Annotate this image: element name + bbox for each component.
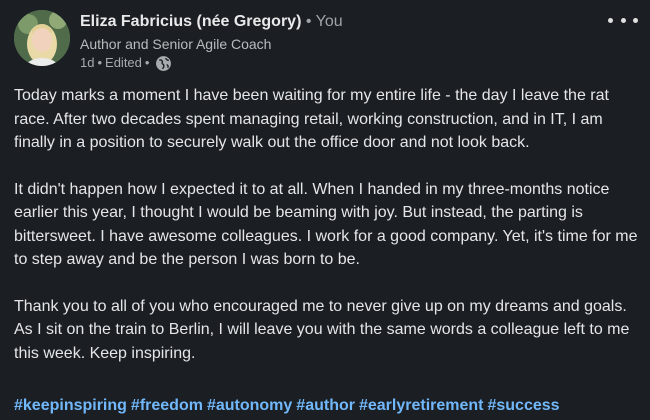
hashtag-link[interactable]: #autonomy <box>207 397 292 414</box>
hashtag-link[interactable]: #success <box>487 397 559 414</box>
hashtag-link[interactable]: #earlyretirement <box>359 397 484 414</box>
more-options-icon[interactable] <box>608 12 638 28</box>
relation-label: You <box>315 13 343 30</box>
post-meta: 1d • Edited • <box>80 54 343 72</box>
post-paragraph-2: It didn't happen how I expected it to at… <box>14 180 638 269</box>
dot <box>608 17 613 23</box>
post-paragraph-1: Today marks a moment I have been waiting… <box>14 87 609 151</box>
author-name-line: Eliza Fabricius (née Gregory) • You <box>80 12 343 32</box>
post-paragraph-3: Thank you to all of you who encouraged m… <box>14 297 630 362</box>
meta-bullet: • <box>97 55 103 70</box>
hashtag-list: #keepinspiring #freedom #autonomy #author #e… <box>14 395 564 417</box>
hashtag-link[interactable]: #author <box>296 397 355 414</box>
avatar[interactable] <box>14 10 70 66</box>
dot <box>620 17 626 23</box>
profile-photo <box>14 10 70 66</box>
feed-post: Eliza Fabricius (née Gregory) • You Auth… <box>0 0 650 420</box>
separator-bullet: • <box>305 13 312 30</box>
edited-label: Edited <box>105 55 142 70</box>
globe-icon[interactable] <box>155 55 172 72</box>
hashtag-link[interactable]: #keepinspiring <box>14 397 127 414</box>
post-time: 1d <box>80 55 95 70</box>
author-headline: Author and Senior Agile Coach <box>80 36 272 52</box>
meta-bullet-2: • <box>144 55 150 70</box>
dot <box>633 17 638 23</box>
author-info: Eliza Fabricius (née Gregory) • You Auth… <box>80 12 343 72</box>
hashtag-link[interactable]: #freedom <box>131 397 203 414</box>
author-name[interactable]: Eliza Fabricius (née Gregory) <box>80 13 301 30</box>
post-body: Today marks a moment I have been waiting… <box>14 84 639 388</box>
